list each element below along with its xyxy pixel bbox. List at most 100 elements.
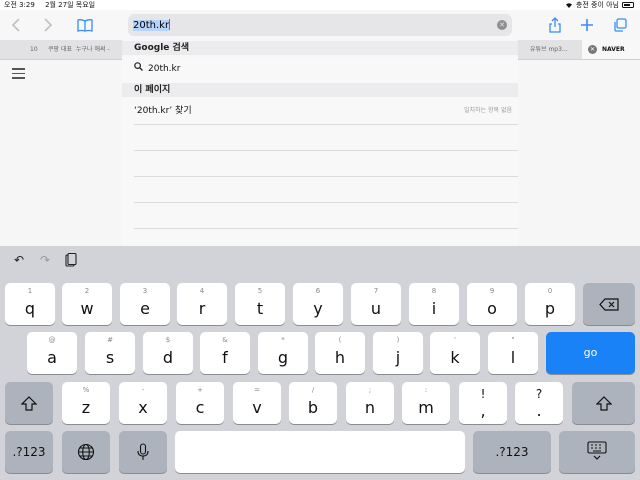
find-on-page-row[interactable]: ‘20th.kr’ 찾기 일치하는 항목 없음 [134,104,518,118]
tab-label: 유튜브 mp3... [530,46,568,53]
redo-button[interactable]: ↷ [38,253,52,267]
clear-text-button[interactable]: ✕ [497,20,507,30]
key-label: q [24,299,36,318]
close-icon: ✕ [499,21,505,29]
keyboard-dismiss-icon [587,441,607,460]
key-f[interactable]: & f [200,332,250,374]
forward-button[interactable] [38,15,58,35]
key-u[interactable]: 7u [351,283,401,325]
key-alt-label: " [511,336,515,344]
paste-button[interactable] [64,252,78,267]
globe-icon [77,443,95,461]
tab-item[interactable]: 누구나 애써 - [76,40,124,59]
tab-item-active[interactable]: ✕ NAVER [582,40,640,59]
tab-item[interactable]: 쿠팡 대표 [48,40,72,59]
key-alt-label: % [82,386,90,394]
key-r[interactable]: 4r [177,283,227,325]
key-comma[interactable]: !, [459,382,507,424]
wifi-icon [565,3,572,8]
share-icon [549,17,561,33]
key-alt-label: 2 [84,287,90,295]
key-b[interactable]: / b [289,382,337,424]
key-q[interactable]: 1q [5,283,55,325]
hide-keyboard-key[interactable] [559,431,635,473]
close-tab-icon[interactable]: ✕ [588,45,597,54]
numbers-key-left[interactable]: .?123 [5,431,53,473]
space-bar[interactable] [175,431,465,473]
key-t[interactable]: 5t [235,283,285,325]
key-m[interactable]: :m [402,382,450,424]
key-y[interactable]: 6y [293,283,343,325]
tabs-icon [614,18,627,32]
key-g[interactable]: * g [258,332,308,374]
google-search-section-title: Google 검색 [122,41,518,55]
key-label: x [138,398,148,417]
status-date: 2월 27일 목요일 [45,1,96,9]
shift-key-right[interactable] [572,382,635,424]
shift-icon [21,396,37,411]
charging-status-text: 충전 중이 아님 [575,1,619,9]
key-o[interactable]: 9o [467,283,517,325]
key-s[interactable]: # s [85,332,135,374]
numbers-key-right[interactable]: .?123 [473,431,551,473]
new-tab-button[interactable] [577,15,597,35]
shift-key-left[interactable] [5,382,53,424]
address-input[interactable]: 20th.kr [133,19,171,32]
row-divider [134,150,518,151]
key-e[interactable]: 3e [120,283,170,325]
key-alt-label: 4 [199,287,205,295]
chevron-left-icon [11,18,20,32]
back-button[interactable] [6,15,26,35]
key-j[interactable]: ) j [373,332,423,374]
key-w[interactable]: 2w [62,283,112,325]
key-v[interactable]: = v [233,382,281,424]
key-label: n [364,398,376,417]
key-alt-label: ' [454,336,456,344]
key-label: t [256,299,264,318]
tabs-overview-button[interactable] [610,15,630,35]
key-label: a [47,348,57,367]
google-suggestion-text: 20th.kr [148,64,181,74]
key-label: c [195,398,205,417]
go-key[interactable]: go [546,332,635,374]
chevron-right-icon [44,18,53,32]
browser-toolbar: 20th.kr ✕ [0,10,640,40]
key-label: b [307,398,319,417]
key-a[interactable]: @ a [27,332,77,374]
address-bar[interactable]: 20th.kr ✕ [128,14,512,36]
tab-label: 쿠팡 대표 [48,46,72,53]
undo-button[interactable]: ↶ [12,253,26,267]
delete-key[interactable] [583,283,635,325]
key-label: s [105,348,115,367]
key-n[interactable]: ; n [346,382,394,424]
key-i[interactable]: 8i [409,283,459,325]
plus-icon [581,19,593,31]
menu-icon[interactable] [12,68,25,79]
tab-item[interactable]: 10 [30,40,42,59]
google-suggestion-row[interactable]: 20th.kr [134,62,518,76]
key-d[interactable]: $ d [143,332,193,374]
key-label: w [80,299,94,318]
key-alt-label: - [141,386,145,394]
language-key[interactable] [62,431,110,473]
bookmarks-button[interactable] [75,15,95,35]
key-z[interactable]: % z [62,382,110,424]
key-p[interactable]: 0p [525,283,575,325]
tab-label: 누구나 애써 - [76,46,110,53]
key-h[interactable]: (h [315,332,365,374]
key-label: y [313,299,323,318]
key-label: g [277,348,289,367]
status-bar: 오전 3:29 2월 27일 목요일 충전 중이 아님 [0,0,640,10]
key-x[interactable]: -x [119,382,167,424]
key-label: f [222,348,228,367]
key-l[interactable]: " l [488,332,538,374]
share-button[interactable] [545,15,565,35]
key-period[interactable]: ?. [515,382,563,424]
tab-item[interactable]: 유튜브 mp3... [530,40,580,59]
dictation-key[interactable] [119,431,167,473]
key-c[interactable]: + c [176,382,224,424]
key-k[interactable]: ' k [430,332,480,374]
tab-label: 10 [30,46,38,53]
key-label: i [431,299,437,318]
key-alt-label: $ [165,336,171,344]
